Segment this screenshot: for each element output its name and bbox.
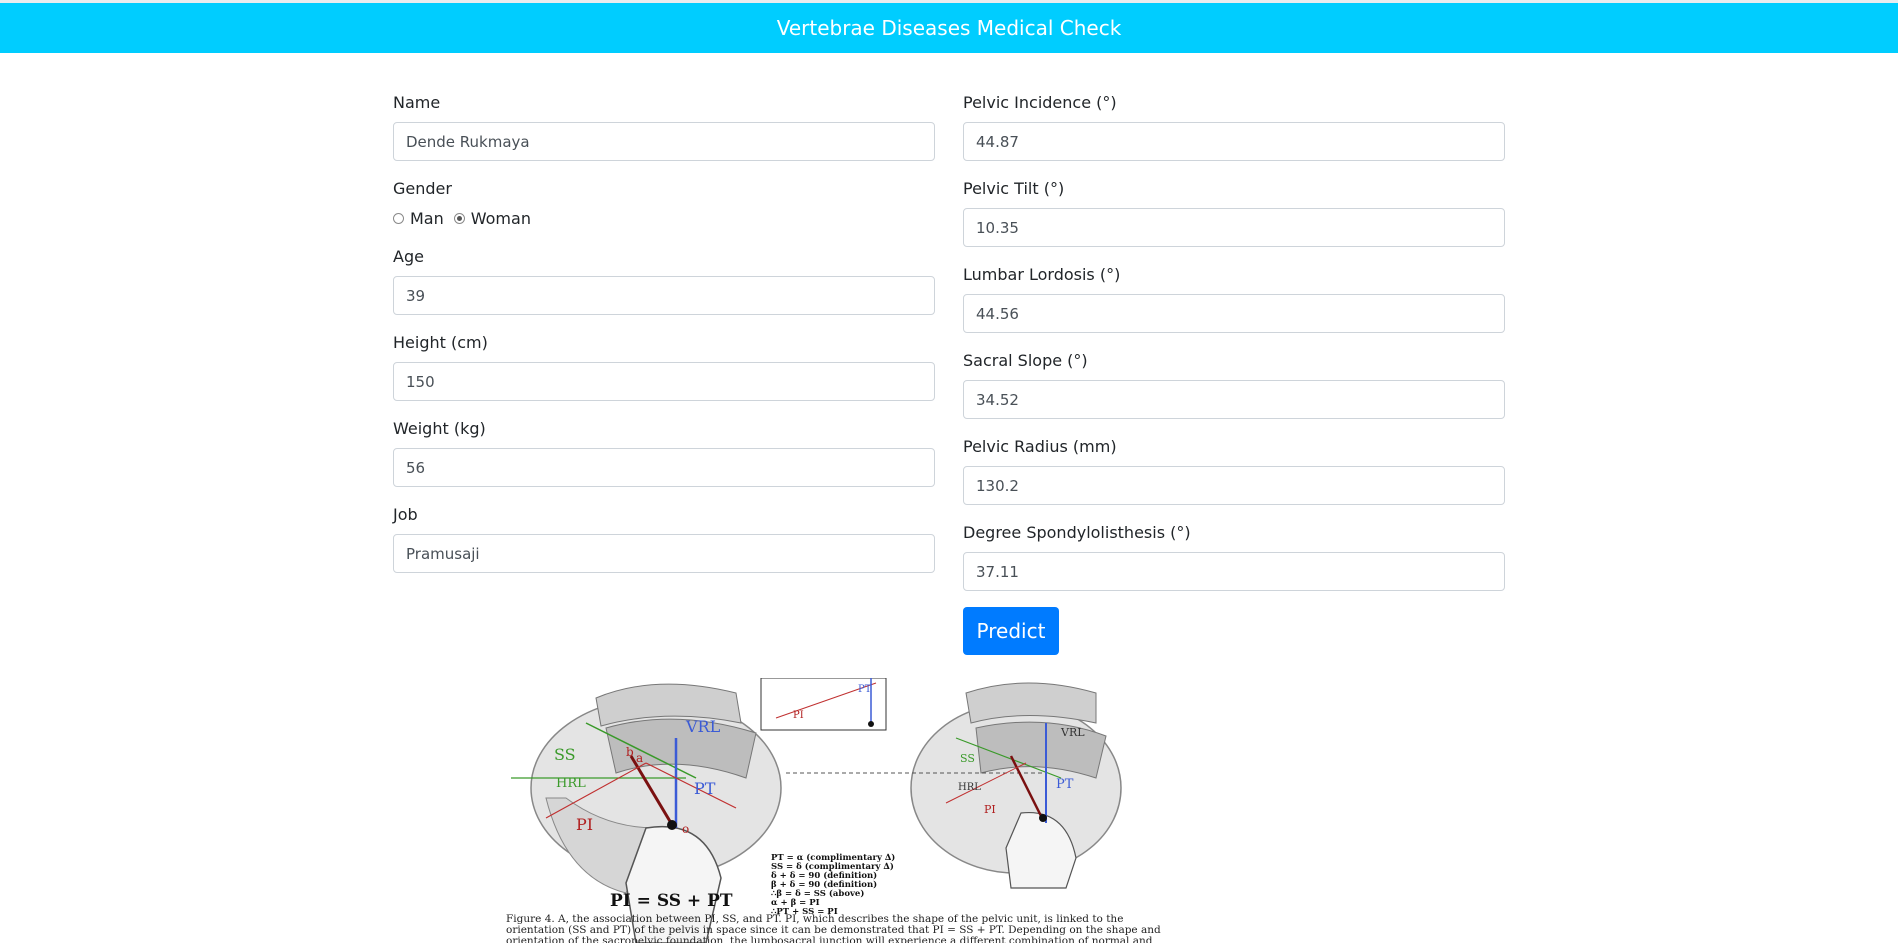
radio-man[interactable] bbox=[393, 212, 404, 224]
right-hrl-label: HRL bbox=[958, 782, 981, 793]
job-input[interactable] bbox=[393, 534, 935, 573]
right-pt-label: PT bbox=[1056, 777, 1074, 792]
sacral-slope-input[interactable] bbox=[963, 380, 1505, 419]
weight-input[interactable] bbox=[393, 448, 935, 487]
left-vrl-label: VRL bbox=[685, 717, 721, 736]
figure-caption: Figure 4. A, the association between PI,… bbox=[506, 913, 1161, 943]
proof-lines: PT = α (complimentary ∆) SS = δ (complim… bbox=[771, 852, 895, 917]
gender-option-woman[interactable]: Woman bbox=[453, 208, 531, 228]
radio-woman[interactable] bbox=[453, 212, 465, 224]
height-input[interactable] bbox=[393, 362, 935, 401]
lumbar-lordosis-input[interactable] bbox=[963, 294, 1505, 333]
pelvic-tilt-label: Pelvic Tilt (°) bbox=[963, 179, 1065, 198]
radio-woman-label: Woman bbox=[470, 208, 531, 228]
weight-label: Weight (kg) bbox=[393, 419, 486, 438]
pelvic-radius-label: Pelvic Radius (mm) bbox=[963, 437, 1117, 456]
gender-option-man[interactable]: Man bbox=[393, 209, 444, 228]
pelvis-diagram: SS VRL HRL PT PI o a b PI = SS + PT PT P… bbox=[506, 678, 1161, 943]
left-hrl-label: HRL bbox=[556, 776, 586, 791]
caption-line: orientation of the sacropelvic foundatio… bbox=[506, 935, 1153, 943]
gender-radio-group: Man Woman bbox=[393, 206, 935, 230]
age-input[interactable] bbox=[393, 276, 935, 315]
pelvic-measurements-column: Pelvic Incidence (°) Pelvic Tilt (°) Lum… bbox=[963, 92, 1505, 591]
pelvic-parameters-figure: SS VRL HRL PT PI o a b PI = SS + PT PT P… bbox=[506, 678, 1406, 943]
radio-man-label: Man bbox=[410, 208, 444, 228]
left-a-label: a bbox=[636, 751, 643, 765]
left-ss-label: SS bbox=[554, 745, 576, 764]
inset-pt-label: PT bbox=[858, 684, 872, 695]
lumbar-lordosis-label: Lumbar Lordosis (°) bbox=[963, 265, 1121, 284]
left-pt-label: PT bbox=[694, 779, 716, 798]
right-pi-label: PI bbox=[984, 803, 996, 816]
equation-label: PI = SS + PT bbox=[610, 891, 733, 911]
height-label: Height (cm) bbox=[393, 333, 488, 352]
left-b-label: b bbox=[626, 745, 634, 759]
header-bar: Vertebrae Diseases Medical Check bbox=[0, 3, 1898, 53]
left-pi-label: PI bbox=[576, 815, 593, 834]
right-vrl-label: VRL bbox=[1060, 726, 1085, 739]
degree-spondylolisthesis-input[interactable] bbox=[963, 552, 1505, 591]
sacral-slope-label: Sacral Slope (°) bbox=[963, 351, 1088, 370]
right-ss-label: SS bbox=[960, 752, 975, 765]
predict-button[interactable]: Predict bbox=[963, 607, 1059, 655]
pelvic-incidence-label: Pelvic Incidence (°) bbox=[963, 93, 1117, 112]
inset-pi-label: PI bbox=[793, 710, 804, 721]
age-label: Age bbox=[393, 247, 424, 266]
degree-spondylolisthesis-label: Degree Spondylolisthesis (°) bbox=[963, 523, 1191, 542]
pelvic-radius-input[interactable] bbox=[963, 466, 1505, 505]
pelvic-tilt-input[interactable] bbox=[963, 208, 1505, 247]
pelvic-incidence-input[interactable] bbox=[963, 122, 1505, 161]
name-input[interactable] bbox=[393, 122, 935, 161]
job-label: Job bbox=[393, 505, 418, 524]
patient-info-column: Name Gender Man Woman Age Height (cm) We… bbox=[393, 92, 935, 573]
left-o-label: o bbox=[682, 822, 689, 836]
name-label: Name bbox=[393, 93, 441, 112]
page-title: Vertebrae Diseases Medical Check bbox=[776, 16, 1122, 40]
gender-label: Gender bbox=[393, 179, 452, 198]
